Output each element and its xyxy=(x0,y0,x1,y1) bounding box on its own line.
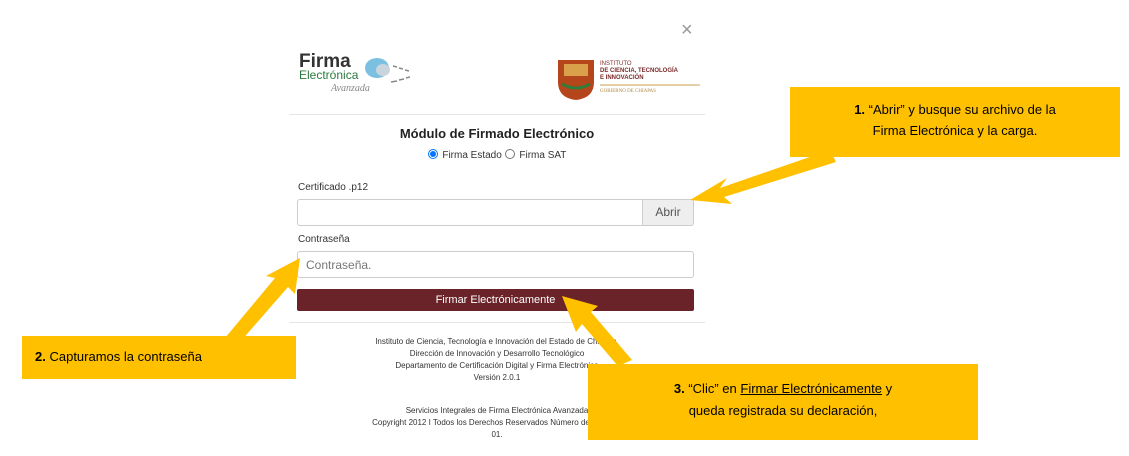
callout-3-pre: “Clic” en xyxy=(688,381,737,396)
callout-step-2: 2. Capturamos la contraseña xyxy=(22,336,296,379)
callout-3-link: Firmar Electrónicamente xyxy=(740,381,882,396)
callout-1-text-a: “Abrir” y busque su archivo de la xyxy=(868,102,1056,117)
callout-2-number: 2. xyxy=(35,349,46,364)
callout-3-post: y xyxy=(885,381,893,396)
arrow-to-open-button xyxy=(690,150,836,204)
callout-1-text-b: Firma Electrónica y la carga. xyxy=(872,123,1038,138)
callout-3-number: 3. xyxy=(673,381,685,396)
callout-3-line2: queda registrada su declaración, xyxy=(688,403,878,418)
arrow-to-password-input xyxy=(225,258,300,342)
callout-2-text: Capturamos la contraseña xyxy=(49,349,202,364)
callout-step-1: 1. “Abrir” y busque su archivo de la Fir… xyxy=(790,87,1120,157)
callout-step-3: 3. “Clic” en Firmar Electrónicamente y q… xyxy=(588,364,978,440)
callout-1-number: 1. xyxy=(854,102,866,117)
arrow-to-sign-button xyxy=(562,296,632,366)
